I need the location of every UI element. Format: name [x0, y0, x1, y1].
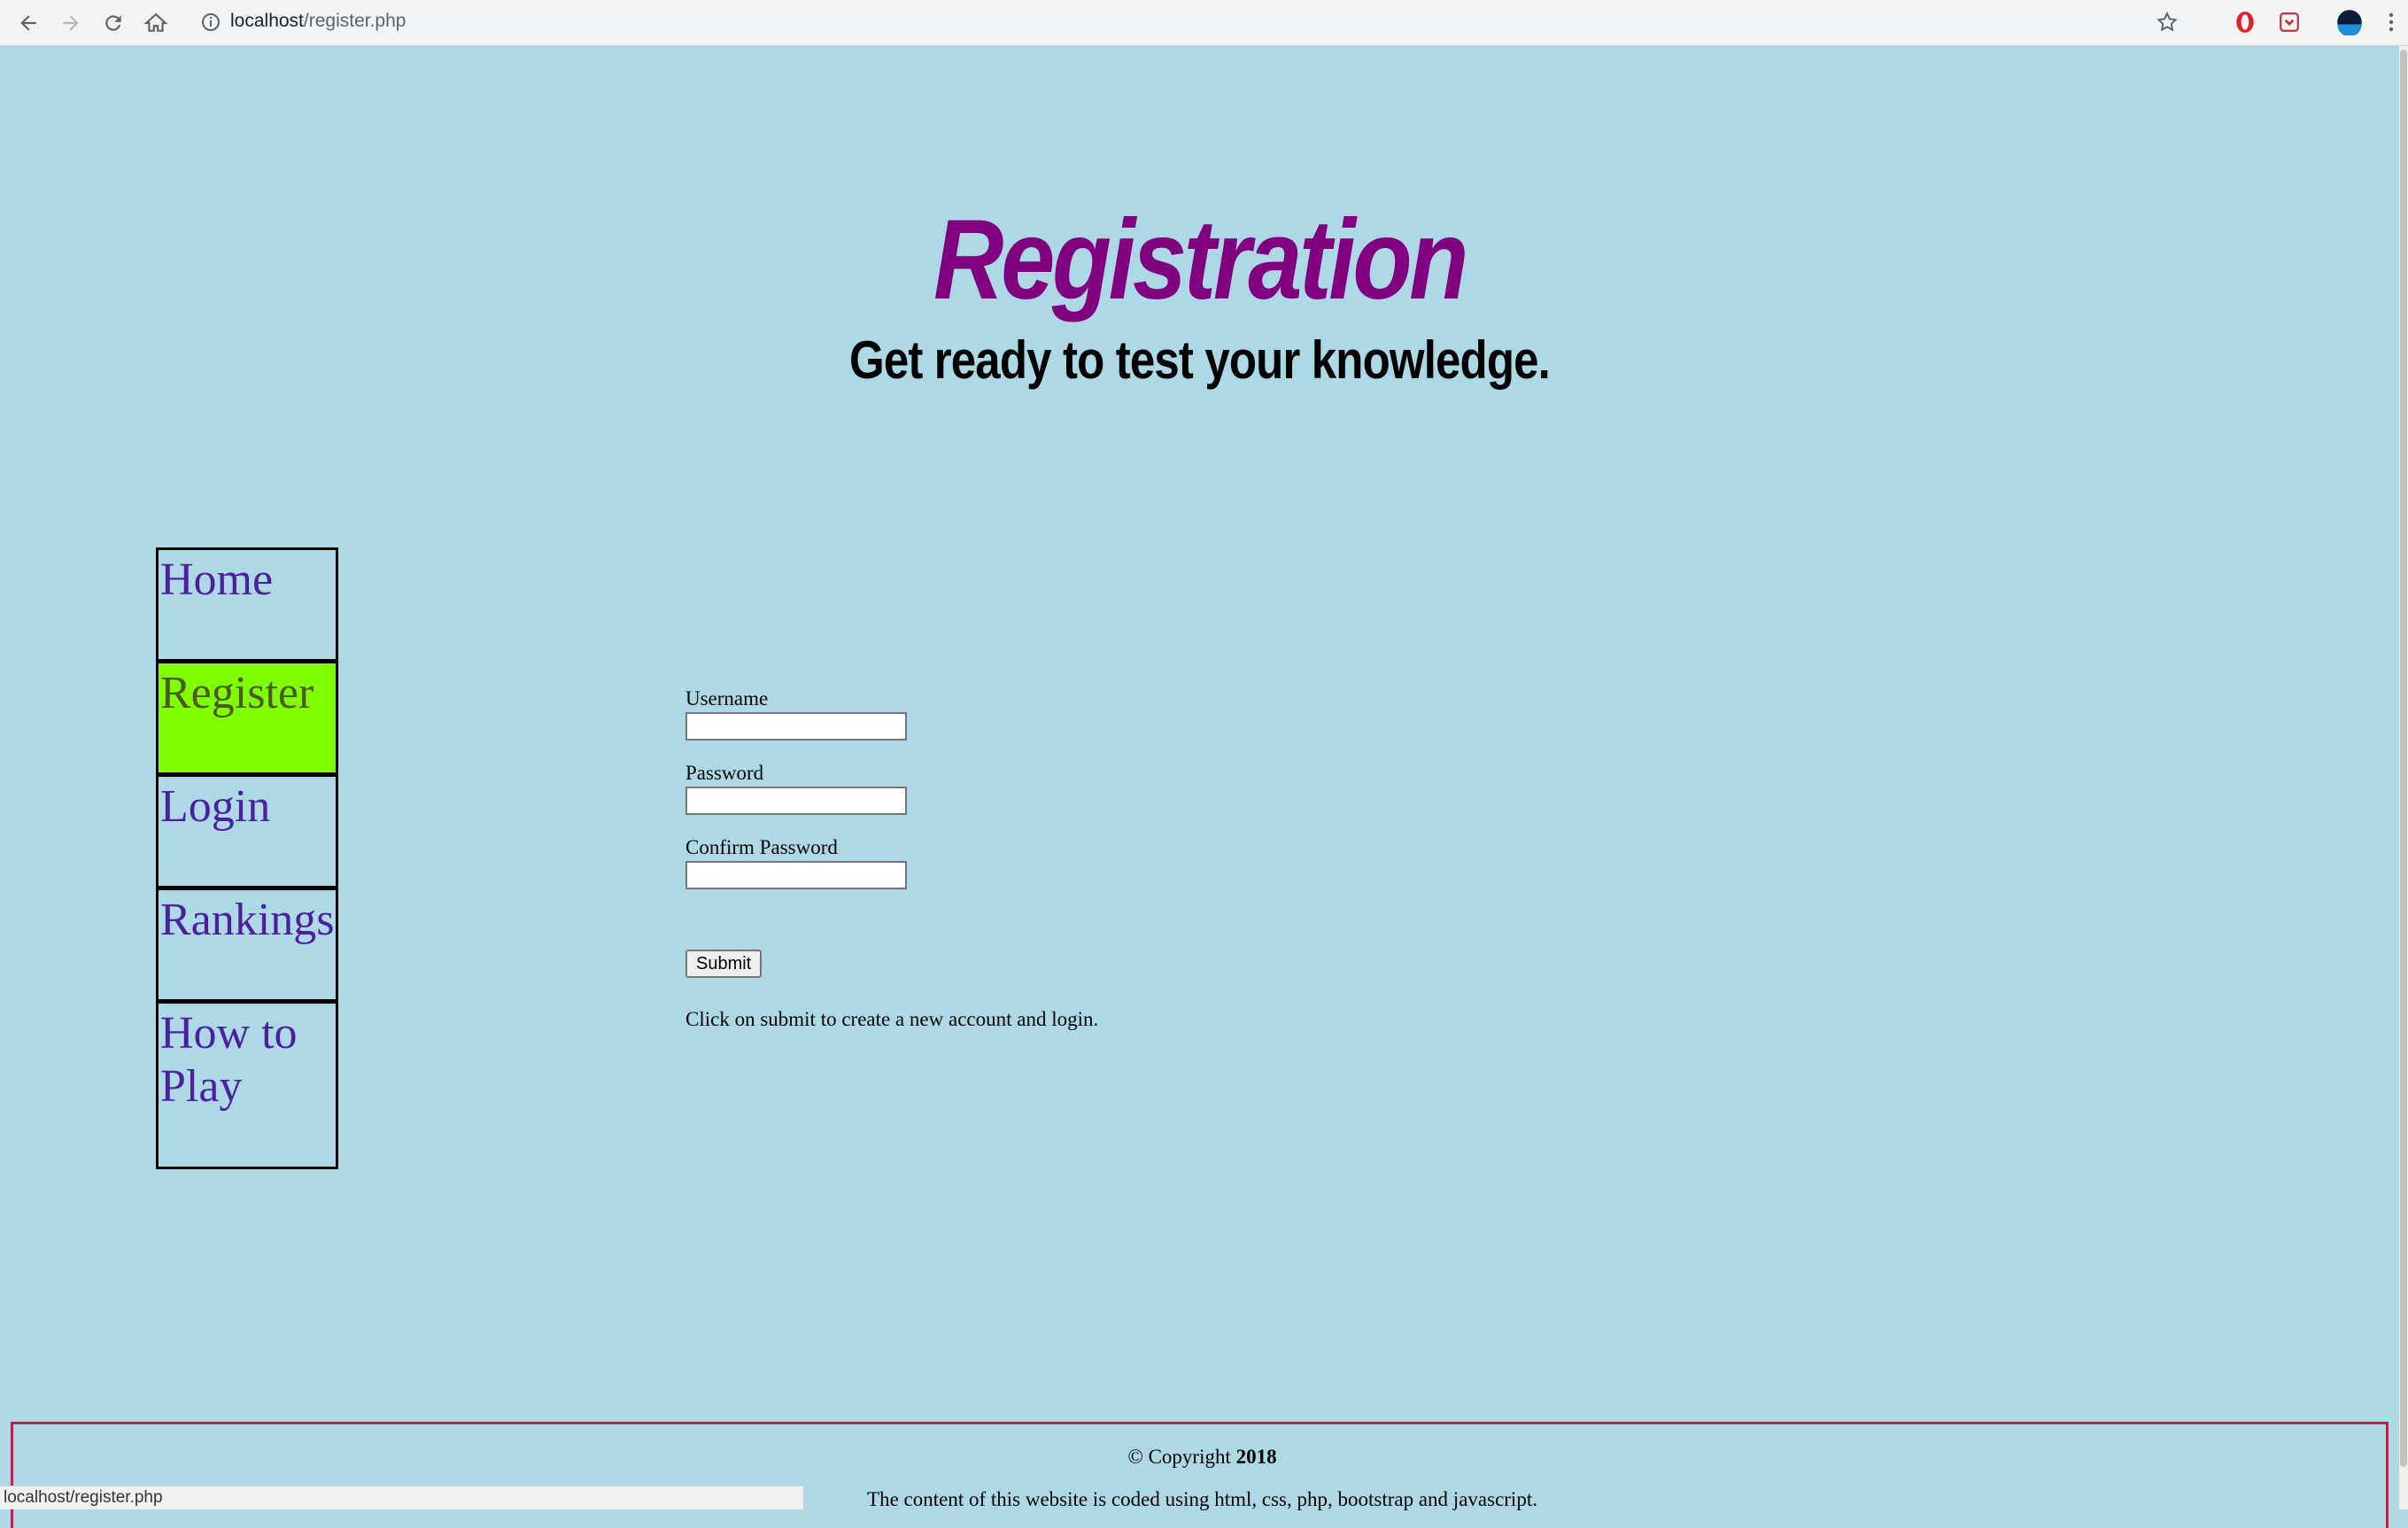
password-label: Password	[685, 762, 764, 784]
registration-form: Username Password Confirm Password	[685, 687, 907, 911]
scrollbar-thumb[interactable]	[2400, 50, 2407, 1467]
browser-toolbar: localhost/register.php	[0, 0, 2408, 46]
url-host: localhost	[230, 11, 304, 31]
password-group: Password	[685, 762, 907, 815]
info-icon[interactable]	[200, 12, 221, 33]
url-text[interactable]: localhost/register.php	[230, 11, 406, 32]
sidebar-item-how-to-play[interactable]: How to Play	[156, 1001, 338, 1169]
home-icon[interactable]	[138, 5, 174, 41]
reload-icon[interactable]	[96, 5, 131, 41]
url-path: /register.php	[303, 11, 406, 31]
sidebar-item-rankings[interactable]: Rankings	[156, 888, 338, 1002]
bookmark-star-icon[interactable]	[2156, 11, 2179, 34]
forward-arrow-icon[interactable]	[53, 5, 89, 41]
sidebar-item-login[interactable]: Login	[156, 774, 338, 888]
menu-dots-icon[interactable]	[2382, 9, 2400, 35]
profile-avatar-icon[interactable]	[2336, 9, 2363, 35]
address-bar[interactable]: localhost/register.php	[188, 4, 2198, 41]
opera-icon[interactable]	[2232, 9, 2258, 35]
copyright: © Copyright 2018	[13, 1446, 2391, 1469]
copyright-year: 2018	[1235, 1446, 1277, 1468]
submit-button[interactable]: Submit	[685, 950, 763, 978]
confirm-password-group: Confirm Password	[685, 836, 907, 889]
sidebar-nav: Home Register Login Rankings How to Play	[156, 547, 338, 1169]
sidebar-item-register[interactable]: Register	[156, 661, 338, 775]
submit-hint: Click on submit to create a new account …	[685, 1008, 1099, 1030]
page-footer: © Copyright 2018 The content of this web…	[11, 1422, 2389, 1528]
confirm-password-field[interactable]	[685, 861, 907, 889]
status-bar-url: localhost/register.php	[0, 1485, 804, 1509]
page-scrollbar[interactable]	[2399, 46, 2408, 1509]
username-label: Username	[685, 687, 769, 710]
page-subtitle: Get ready to test your knowledge.	[849, 330, 1551, 390]
username-group: Username	[685, 687, 907, 741]
page-title: Registration	[933, 197, 1468, 323]
copyright-prefix: © Copyright	[1127, 1446, 1231, 1468]
password-field[interactable]	[685, 787, 907, 815]
pocket-icon[interactable]	[2276, 9, 2303, 35]
confirm-password-label: Confirm Password	[685, 836, 838, 858]
back-arrow-icon[interactable]	[11, 5, 46, 41]
username-field[interactable]	[685, 712, 907, 741]
sidebar-item-home[interactable]: Home	[156, 547, 338, 662]
